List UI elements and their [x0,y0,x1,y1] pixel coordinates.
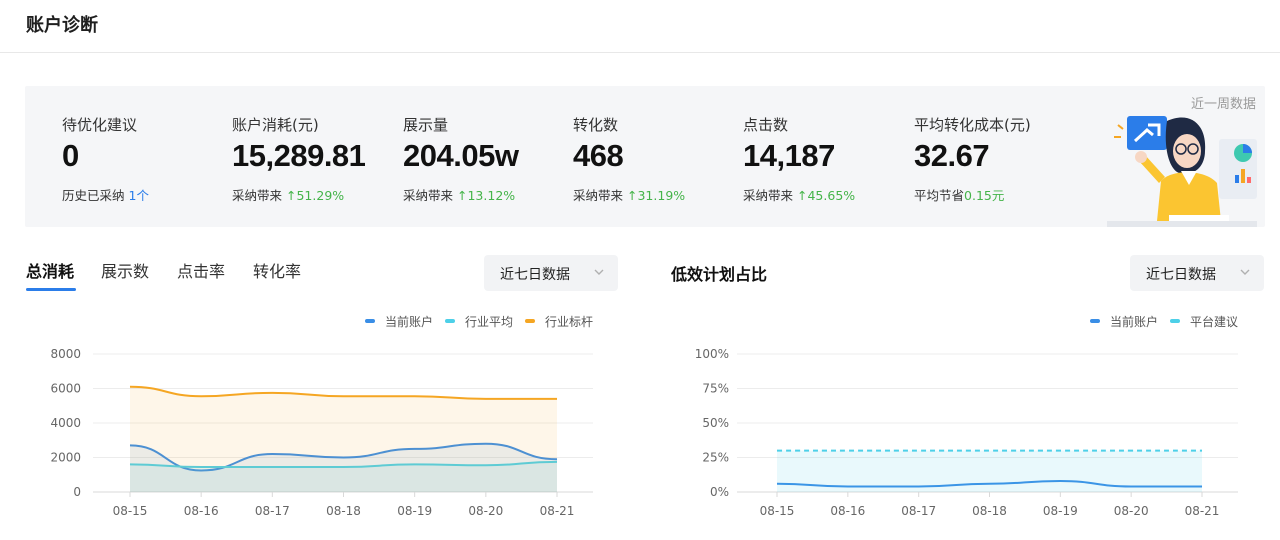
legend-marker [1170,319,1180,323]
tab-total-spend[interactable]: 总消耗 [26,258,74,282]
x-tick-label: 08-18 [326,504,361,518]
select-value: 近七日数据 [500,267,570,283]
spend-chart: 0 2000 4000 6000 8000 08-15 08-16 08-17 08-18 08-… [50,314,593,518]
metric-sub-value: 45.65% [807,188,856,203]
x-tick-label: 08-17 [901,504,936,518]
metric-label: 账户消耗(元) [232,116,319,134]
series-area-3 [130,386,557,492]
metric-sub-text: 平均节省 [914,188,965,203]
x-tick-label: 08-17 [255,504,290,518]
y-tick-label: 6000 [50,382,81,396]
metric-label: 平均转化成本(元) [914,116,1031,134]
metric-value: 468 [573,138,624,173]
x-tick-label: 08-20 [1114,504,1149,518]
metric-sub-value: 0.15元 [964,188,1005,203]
metric-sub-text: 采纳带来 [573,188,624,203]
y-tick-label: 100% [695,347,729,361]
legend-marker [445,319,455,323]
metric-spend: 账户消耗(元) 15,289.81 采纳带来 ↑51.29% [232,86,402,227]
tab-ctr[interactable]: 点击率 [177,258,225,282]
x-tick-label: 08-19 [1043,504,1078,518]
metric-sub: 采纳带来 ↑51.29% [232,185,344,204]
metric-suggestions: 待优化建议 0 历史已采纳 1个 [62,86,232,227]
metric-sub-value: 31.19% [637,188,686,203]
legend-label: 当前账户 [385,314,433,329]
up-arrow-icon: ↑ [627,188,638,203]
metric-sub: 采纳带来 ↑13.12% [403,185,515,204]
metric-sub: 采纳带来 ↑31.19% [573,185,685,204]
active-tab-indicator [26,288,76,291]
x-tick-label: 08-16 [184,504,219,518]
summary-panel: 近一周数据 待优化建议 0 历史已采纳 1个 账户消耗(元) 15,289.81… [25,86,1265,227]
metric-value: 14,187 [743,138,835,173]
x-tick-label: 08-21 [540,504,575,518]
select-value: 近七日数据 [1146,267,1216,283]
x-tick-label: 08-15 [113,504,148,518]
x-tick-label: 08-15 [760,504,795,518]
metric-sub-text: 采纳带来 [403,188,454,203]
legend-marker [1090,319,1100,323]
left-range-select[interactable]: 近七日数据 [484,255,618,291]
y-tick-label: 0 [73,485,81,499]
metric-value: 204.05w [403,138,519,173]
right-range-select[interactable]: 近七日数据 [1130,255,1264,291]
metric-sub: 平均节省0.15元 [914,185,1004,204]
legend-label: 行业标杆 [545,315,593,329]
x-tick-label: 08-18 [972,504,1007,518]
y-tick-label: 8000 [50,347,81,361]
chevron-down-icon [594,269,604,275]
metric-sub-value: 13.12% [467,188,516,203]
tab-impressions[interactable]: 展示数 [101,258,149,282]
metric-sub-text: 采纳带来 [743,188,794,203]
metric-avg-cost: 平均转化成本(元) 32.67 平均节省0.15元 [914,86,1084,227]
x-tick-label: 08-21 [1185,504,1220,518]
x-tick-label: 08-16 [830,504,865,518]
right-panel-title: 低效计划占比 [671,265,768,284]
metric-sub-value: 51.29% [296,188,345,203]
y-tick-label: 50% [702,416,729,430]
metric-label: 点击数 [743,116,789,134]
chevron-down-icon [1240,269,1250,275]
metric-label: 转化数 [573,116,619,134]
up-arrow-icon: ↑ [286,188,297,203]
metric-clicks: 点击数 14,187 采纳带来 ↑45.65% [743,86,913,227]
y-tick-label: 4000 [50,416,81,430]
metric-conversions: 转化数 468 采纳带来 ↑31.19% [573,86,743,227]
y-tick-label: 25% [702,451,729,465]
legend-marker [365,319,375,323]
y-tick-label: 75% [702,382,729,396]
metric-impressions: 展示量 204.05w 采纳带来 ↑13.12% [403,86,573,227]
legend-label: 平台建议 [1190,314,1238,329]
metric-label: 展示量 [403,116,449,134]
metric-sub-text: 历史已采纳 [62,188,125,203]
analyst-illustration [1107,116,1257,227]
metric-value: 15,289.81 [232,138,366,173]
legend-marker [525,319,535,323]
metric-value: 32.67 [914,138,990,173]
page-header: 账户诊断 [0,0,1280,53]
up-arrow-icon: ↑ [457,188,468,203]
metric-sub: 历史已采纳 1个 [62,185,149,204]
metric-value: 0 [62,138,79,173]
legend-label: 当前账户 [1110,314,1158,329]
page-title: 账户诊断 [26,15,98,36]
x-tick-label: 08-20 [468,504,503,518]
y-tick-label: 0% [710,485,729,499]
metric-label: 待优化建议 [62,116,138,134]
legend-label: 行业平均 [465,315,513,329]
tab-conversion-rate[interactable]: 转化率 [253,258,301,282]
series-area-2 [777,450,1202,492]
up-arrow-icon: ↑ [797,188,808,203]
x-tick-label: 08-19 [397,504,432,518]
adopted-count-link[interactable]: 1个 [129,188,149,203]
inefficient-plan-chart: 0% 25% 50% 75% 100% 08-15 08-16 08-17 08-18 08-19… [695,314,1238,518]
metric-sub: 采纳带来 ↑45.65% [743,185,855,204]
metric-sub-text: 采纳带来 [232,188,283,203]
period-label: 近一周数据 [1190,97,1256,112]
y-tick-label: 2000 [50,451,81,465]
